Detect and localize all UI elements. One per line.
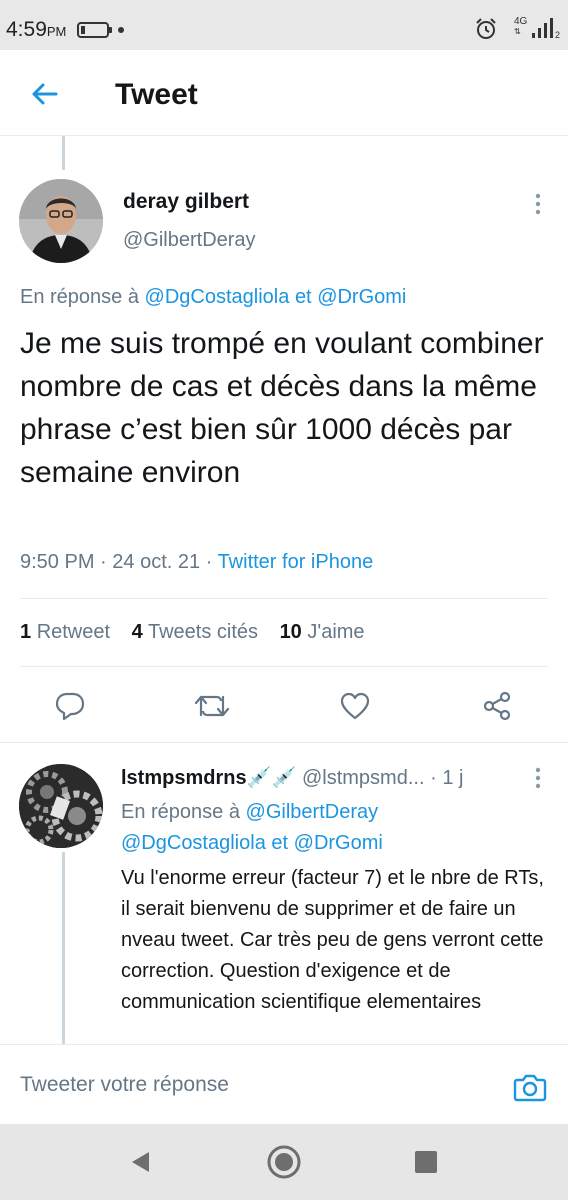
thread-line [62, 852, 65, 1044]
more-vertical-icon [535, 767, 541, 789]
more-vertical-icon [535, 193, 541, 215]
avatar[interactable] [19, 179, 103, 263]
camera-icon [513, 1074, 547, 1102]
tweet-source-link[interactable]: Twitter for iPhone [218, 551, 374, 573]
tweet-stats: 1 Retweet 4 Tweets cités 10 J'aime [20, 621, 381, 644]
tweet-text: Je me suis trompé en voulant combiner no… [20, 327, 544, 489]
tweet-actions [0, 684, 568, 728]
mention-link[interactable]: @DgCostagliola [145, 286, 290, 308]
author-name[interactable]: deray gilbert [123, 190, 249, 214]
status-time: 4:59PM [6, 18, 67, 41]
mention-link[interactable]: @DgCostagliola [121, 832, 266, 854]
camera-button[interactable] [508, 1065, 552, 1109]
like-button[interactable] [333, 684, 377, 728]
previous-tweet-sliver [90, 132, 490, 138]
reply-header: lstmpsmdrns💉💉 @lstmpsmd... · 1 j [121, 767, 464, 789]
mention-link[interactable]: @GilbertDeray [246, 801, 379, 823]
tweet-age: 1 j [442, 767, 464, 789]
alarm-icon [476, 18, 496, 39]
page-title: Tweet [115, 78, 198, 111]
back-arrow-icon [32, 83, 58, 105]
nav-home-icon [267, 1145, 301, 1179]
divider [20, 598, 548, 599]
author-handle[interactable]: @lstmpsmd... [302, 767, 425, 789]
retweets-stat[interactable]: 1 Retweet [20, 621, 110, 643]
nav-recents-icon [415, 1151, 437, 1173]
divider [20, 666, 548, 667]
quotes-stat[interactable]: 4 Tweets cités [132, 621, 258, 643]
likes-stat[interactable]: 10 J'aime [280, 621, 365, 643]
network-type: 4G ⇅ [514, 16, 528, 37]
nav-home-button[interactable] [264, 1142, 304, 1182]
like-icon [340, 692, 370, 720]
share-button[interactable] [475, 684, 519, 728]
nav-back-icon [132, 1152, 149, 1172]
avatar[interactable] [19, 764, 103, 848]
reply-context: En réponse à @GilbertDeray @DgCostagliol… [121, 801, 383, 854]
status-bar: 4:59PM 4G ⇅ 2 [0, 0, 568, 50]
author-handle[interactable]: @GilbertDeray [123, 229, 256, 252]
app-header: Tweet [0, 50, 568, 136]
mention-link[interactable]: @DrGomi [317, 286, 406, 308]
reply-button[interactable] [48, 684, 92, 728]
nav-recents-button[interactable] [406, 1142, 446, 1182]
share-icon [483, 691, 511, 721]
mention-link[interactable]: @DrGomi [294, 832, 383, 854]
more-options-button[interactable] [526, 764, 550, 792]
tweet-timestamp: 9:50 PM · 24 oct. 21 · Twitter for iPhon… [20, 551, 374, 573]
more-options-button[interactable] [526, 190, 550, 218]
battery-icon [77, 22, 112, 38]
retweet-icon [194, 695, 230, 717]
reply-icon [55, 692, 85, 721]
signal-icon [532, 18, 553, 38]
back-button[interactable] [22, 72, 66, 116]
reply-context: En réponse à @DgCostagliola et @DrGomi [20, 286, 407, 308]
sim-number: 2 [555, 30, 561, 40]
author-name[interactable]: lstmpsmdrns [121, 767, 247, 789]
divider [0, 742, 568, 743]
notification-dot-icon [118, 27, 124, 33]
retweet-button[interactable] [190, 684, 234, 728]
thread-line [62, 136, 65, 170]
reply-input[interactable]: Tweeter votre réponse [20, 1073, 490, 1097]
reply-text: Vu l'enorme erreur (facteur 7) et le nbr… [121, 867, 544, 1013]
system-nav-bar [0, 1124, 568, 1200]
nav-back-button[interactable] [120, 1142, 160, 1182]
compose-bar: Tweeter votre réponse [0, 1044, 568, 1124]
syringe-emoji-icon: 💉💉 [246, 767, 297, 789]
